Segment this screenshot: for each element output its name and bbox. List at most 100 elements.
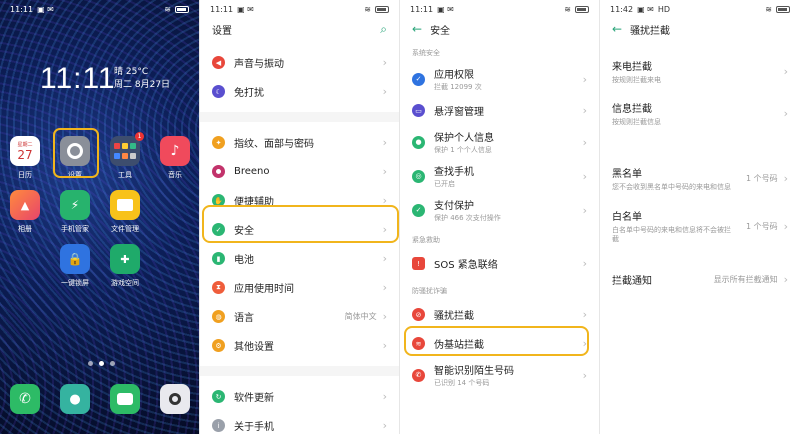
item-label: 应用使用时间 xyxy=(234,284,294,295)
security-item-sos[interactable]: ! SOS 紧急联络 › xyxy=(400,249,599,278)
moon-icon: ☾ xyxy=(212,85,225,98)
item-sublabel: 拦截 12099 次 xyxy=(434,83,482,91)
security-item-smart-id[interactable]: ✆ 智能识别陌生号码 已识别 14 个号码 › xyxy=(400,358,599,392)
chevron-right-icon: › xyxy=(582,104,587,117)
window-icon: ▭ xyxy=(412,104,425,117)
item-value: 1 个号码 xyxy=(745,221,778,231)
security-item-app-permission[interactable]: ✓ 应用权限 拦截 12099 次 › xyxy=(400,62,599,96)
item-label: 骚扰拦截 xyxy=(434,311,474,322)
block-item-notify[interactable]: 拦截通知 显示所有拦截通知 › xyxy=(600,264,800,294)
notification-icon: ▣ ✉ xyxy=(37,4,54,14)
wifi-icon: ≋ xyxy=(164,4,171,14)
settings-item-screen-time[interactable]: ⧗ 应用使用时间 › xyxy=(200,273,399,302)
chevron-right-icon: › xyxy=(783,272,788,286)
update-icon: ↻ xyxy=(212,390,225,403)
hourglass-icon: ⧗ xyxy=(212,281,225,294)
item-label: 电池 xyxy=(234,255,254,266)
settings-item-sound[interactable]: ◀ 声音与振动 › xyxy=(200,48,399,77)
item-label: 来电拦截 xyxy=(612,61,652,73)
chevron-right-icon: › xyxy=(582,135,587,149)
item-label: 悬浮窗管理 xyxy=(434,107,484,118)
divider xyxy=(200,112,399,122)
tools-folder-icon: 1 xyxy=(110,132,144,166)
back-arrow-icon[interactable]: ← xyxy=(612,22,622,36)
page-indicator[interactable] xyxy=(88,361,115,366)
item-label: 智能识别陌生号码 xyxy=(434,366,514,377)
chevron-right-icon: › xyxy=(582,368,587,382)
page-dot xyxy=(110,361,115,366)
item-label: 关于手机 xyxy=(234,422,274,433)
app-phone-manager[interactable]: ⚡ 手机管家 xyxy=(50,190,100,234)
battery-icon xyxy=(375,5,389,13)
item-label: 软件更新 xyxy=(234,393,274,404)
block-item-whitelist[interactable]: 白名单 白名单中号码的来电和信息将不会被拦截 1 个号码 › xyxy=(600,202,800,250)
settings-item-breeno[interactable]: Breeno › xyxy=(200,157,399,186)
app-calendar[interactable]: 星期二 27 日历 xyxy=(0,136,50,180)
app-grid-row-3: 🔒 一键锁屏 ✚ 游戏空间 xyxy=(0,244,199,288)
block-item-blacklist[interactable]: 黑名单 您不会收到黑名单中号码的来电和信息 1 个号码 › xyxy=(600,154,800,202)
app-music[interactable]: ♪ 音乐 xyxy=(150,136,199,180)
camera-icon[interactable] xyxy=(160,384,190,414)
item-label: 支付保护 xyxy=(434,201,474,212)
settings-item-update[interactable]: ↻ 软件更新 › xyxy=(200,382,399,411)
chevron-right-icon: › xyxy=(382,56,387,69)
security-item-block[interactable]: ⊘ 骚扰拦截 › xyxy=(400,300,599,329)
settings-item-about[interactable]: i 关于手机 › xyxy=(200,411,399,434)
item-sublabel: 已识别 14 个号码 xyxy=(434,379,490,387)
item-label: 免打扰 xyxy=(234,88,264,99)
app-label: 手机管家 xyxy=(61,225,89,233)
status-bar: 11:11 ▣ ✉ ≋ xyxy=(200,0,399,18)
block-item-call[interactable]: 来电拦截 按规则拦截来电 › xyxy=(600,50,800,92)
contacts-icon[interactable]: ● xyxy=(60,384,90,414)
notification-icon: ▣ ✉ xyxy=(437,4,454,14)
search-icon[interactable]: ⌕ xyxy=(380,22,387,37)
item-sublabel: 白名单中号码的来电和信息将不会被拦截 xyxy=(612,226,731,243)
app-tools[interactable]: 1 工具 xyxy=(100,132,150,180)
speaker-icon: ◀ xyxy=(212,56,225,69)
security-item-find-phone[interactable]: ◎ 查找手机 已开启 › xyxy=(400,159,599,193)
settings-item-language[interactable]: ◍ 语言 简体中文 › xyxy=(200,302,399,331)
page-dot xyxy=(88,361,93,366)
security-item-payment[interactable]: ✓ 支付保护 保护 466 次支付操作 › xyxy=(400,193,599,227)
chevron-right-icon: › xyxy=(783,64,788,78)
app-grid-row-1: 星期二 27 日历 设置 1 工具 ♪ 音乐 xyxy=(0,132,199,180)
settings-item-battery[interactable]: ▮ 电池 › xyxy=(200,244,399,273)
item-sublabel: 保护 466 次支付操作 xyxy=(434,214,501,222)
app-file-manager[interactable]: 文件管理 xyxy=(100,190,150,234)
gear-icon: ⚙ xyxy=(212,339,225,352)
back-arrow-icon[interactable]: ← xyxy=(412,22,422,36)
settings-item-other[interactable]: ⚙ 其他设置 › xyxy=(200,331,399,360)
messages-icon[interactable] xyxy=(110,384,140,414)
phone-icon[interactable]: ✆ xyxy=(10,384,40,414)
block-item-message[interactable]: 信息拦截 按规则拦截信息 › xyxy=(600,92,800,134)
security-item-float-window[interactable]: ▭ 悬浮窗管理 › xyxy=(400,96,599,125)
date-text: 周二 8月27日 xyxy=(114,80,171,90)
chevron-right-icon: › xyxy=(382,281,387,294)
item-label: 其他设置 xyxy=(234,342,274,353)
locate-icon: ◎ xyxy=(412,169,425,183)
item-label: Breeno xyxy=(234,166,270,177)
calendar-weekday: 星期二 xyxy=(17,141,33,148)
security-item-privacy[interactable]: ● 保护个人信息 保护 1 个个人信息 › xyxy=(400,125,599,159)
battery-icon xyxy=(575,5,589,13)
settings-item-fingerprint[interactable]: ✦ 指纹、面部与密码 › xyxy=(200,128,399,157)
weather-widget[interactable]: 晴 25°C 周二 8月27日 xyxy=(114,66,170,92)
wifi-icon: ≋ xyxy=(765,4,772,14)
block-icon: ⊘ xyxy=(412,308,425,321)
folder-icon xyxy=(110,190,140,220)
divider xyxy=(200,366,399,376)
app-lock-screen[interactable]: 🔒 一键锁屏 xyxy=(50,244,100,288)
app-label: 文件管理 xyxy=(111,225,139,233)
clock-widget[interactable]: 11:11 xyxy=(40,62,116,96)
app-gallery[interactable]: ▲ 相册 xyxy=(0,190,50,234)
chevron-right-icon: › xyxy=(783,219,788,233)
chevron-right-icon: › xyxy=(382,85,387,98)
phone-id-icon: ✆ xyxy=(412,368,425,382)
app-grid-row-2: ▲ 相册 ⚡ 手机管家 文件管理 xyxy=(0,190,199,234)
settings-item-dnd[interactable]: ☾ 免打扰 › xyxy=(200,77,399,106)
lock-icon: 🔒 xyxy=(60,244,90,274)
highlight-box xyxy=(404,326,589,356)
app-game-space[interactable]: ✚ 游戏空间 xyxy=(100,244,150,288)
highlight-box xyxy=(53,128,99,178)
item-sublabel: 按规则拦截信息 xyxy=(612,117,661,126)
